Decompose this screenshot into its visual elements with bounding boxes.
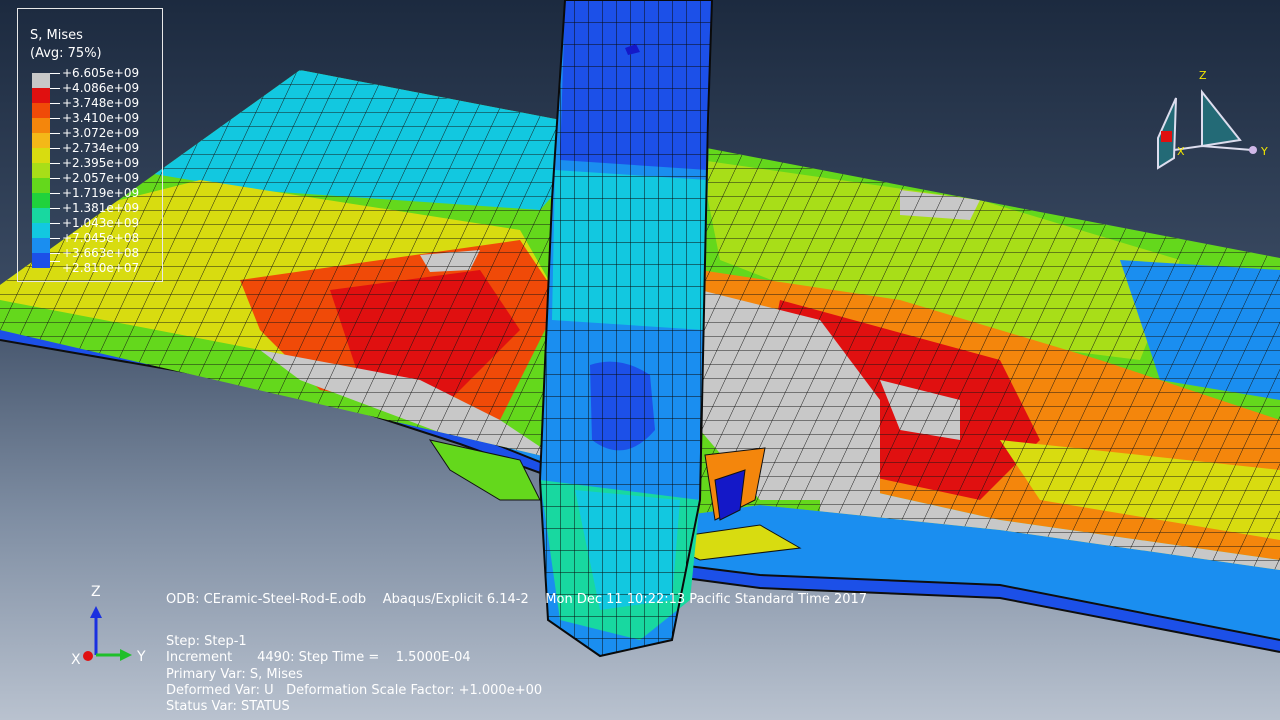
legend-swatch	[32, 238, 50, 253]
legend-swatch	[32, 208, 50, 223]
step-label: Step: Step-1	[166, 634, 247, 649]
steel-rod	[538, 0, 714, 658]
legend-tick	[50, 238, 60, 239]
legend-swatch	[32, 253, 50, 268]
legend-tick	[50, 73, 60, 74]
legend-tick	[50, 103, 60, 104]
view-cube[interactable]	[1157, 89, 1257, 170]
increment-label: Increment 4490: Step Time = 1.5000E-04	[166, 650, 471, 665]
legend-tick	[50, 208, 60, 209]
legend-tick	[50, 88, 60, 89]
legend-value: +3.663e+08	[62, 246, 140, 260]
triad-x-label: X	[71, 652, 81, 668]
legend-value: +4.086e+09	[62, 81, 140, 95]
view-cube-z-label: Z	[1199, 69, 1207, 82]
status-var-label: Status Var: STATUS	[166, 699, 290, 714]
legend-tick	[50, 163, 60, 164]
legend-value: +6.605e+09	[62, 66, 140, 80]
legend-value: +3.748e+09	[62, 96, 140, 110]
odb-info-line: ODB: CEramic-Steel-Rod-E.odb Abaqus/Expl…	[166, 592, 868, 607]
view-cube-x-marker	[1161, 131, 1172, 142]
deformed-var-label: Deformed Var: U Deformation Scale Factor…	[166, 683, 543, 698]
coordinate-triad	[83, 606, 132, 661]
view-cube-y-label: Y	[1261, 145, 1268, 158]
legend-swatch	[32, 193, 50, 208]
legend-tick	[50, 223, 60, 224]
legend-swatch	[32, 73, 50, 88]
triad-z-label: Z	[91, 584, 101, 600]
legend-value: +2.810e+07	[62, 261, 140, 275]
legend-value: +2.395e+09	[62, 156, 140, 170]
legend-title: S, Mises	[30, 28, 83, 43]
legend-swatch	[32, 88, 50, 103]
primary-var-label: Primary Var: S, Mises	[166, 667, 303, 682]
legend-swatch	[32, 118, 50, 133]
legend-tick	[50, 178, 60, 179]
legend-swatch	[32, 178, 50, 193]
stress-legend: S, Mises (Avg: 75%) +6.605e+09 +4.086e+0…	[17, 8, 163, 282]
view-cube-y-marker	[1249, 146, 1257, 154]
legend-value: +1.719e+09	[62, 186, 140, 200]
legend-tick	[50, 261, 60, 262]
legend-tick	[50, 133, 60, 134]
legend-value: +3.410e+09	[62, 111, 140, 125]
legend-swatch	[32, 163, 50, 178]
legend-subtitle: (Avg: 75%)	[30, 46, 102, 61]
legend-swatch	[32, 103, 50, 118]
legend-tick	[50, 253, 60, 254]
legend-value: +2.734e+09	[62, 141, 140, 155]
model-viewport[interactable]	[0, 0, 1280, 720]
legend-value: +3.072e+09	[62, 126, 140, 140]
legend-value: +2.057e+09	[62, 171, 140, 185]
legend-swatch	[32, 223, 50, 238]
legend-tick	[50, 118, 60, 119]
legend-value: +7.045e+08	[62, 231, 140, 245]
legend-swatch	[32, 148, 50, 163]
triad-y-label: Y	[137, 649, 146, 665]
legend-tick	[50, 193, 60, 194]
legend-swatch	[32, 133, 50, 148]
legend-value: +1.043e+09	[62, 216, 140, 230]
legend-value: +1.381e+09	[62, 201, 140, 215]
legend-tick	[50, 148, 60, 149]
view-cube-x-label: X	[1177, 145, 1185, 158]
